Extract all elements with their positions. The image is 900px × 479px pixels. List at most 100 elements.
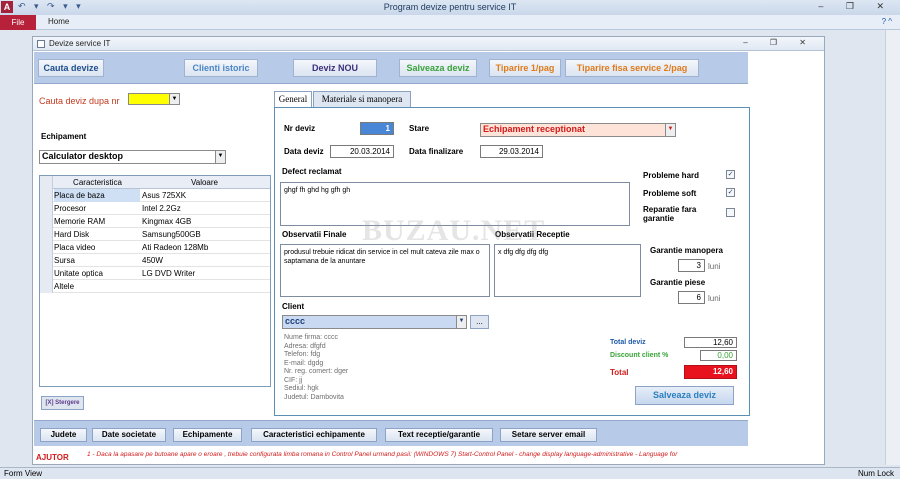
data-deviz-label: Data deviz bbox=[284, 147, 324, 156]
row-valoare[interactable]: 450W bbox=[142, 256, 267, 265]
probleme-hard-checkbox[interactable]: ✓ bbox=[726, 170, 735, 179]
table-row[interactable]: Unitate optica LG DVD Writer bbox=[40, 267, 270, 280]
table-row[interactable]: Sursa 450W bbox=[40, 254, 270, 267]
observatii-receptie-field[interactable]: x dfg dfg dfg dfg bbox=[494, 244, 641, 297]
total-label: Total bbox=[610, 368, 629, 377]
nr-deviz-field[interactable]: 1 bbox=[360, 122, 394, 135]
discount-label: Discount client % bbox=[610, 352, 669, 359]
client-more-button[interactable]: ... bbox=[470, 315, 489, 329]
stare-label: Stare bbox=[409, 124, 430, 133]
stare-combo[interactable]: Echipament receptionat ▼ bbox=[480, 123, 676, 137]
file-tab[interactable]: File bbox=[0, 15, 36, 30]
data-finalizare-field[interactable]: 29.03.2014 bbox=[480, 145, 543, 158]
document-window-controls[interactable]: – ❐ ✕ bbox=[743, 38, 816, 47]
reparatie-fara-garantie-checkbox[interactable] bbox=[726, 208, 735, 217]
luni-label: luni bbox=[708, 294, 721, 303]
tab-general[interactable]: General bbox=[274, 91, 312, 108]
cauta-devize-button[interactable]: Cauta devize bbox=[38, 59, 104, 77]
client-detail-line: CIF: jj bbox=[284, 376, 303, 384]
grid-header-caracteristica[interactable]: Caracteristica bbox=[54, 178, 141, 189]
watermark: BUZAU.NET bbox=[362, 214, 546, 247]
row-caracteristica[interactable]: Sursa bbox=[54, 256, 141, 267]
row-caracteristica[interactable]: Placa video bbox=[54, 243, 141, 254]
garantie-piese-field[interactable]: 6 bbox=[678, 291, 705, 304]
status-view-mode: Form View bbox=[4, 469, 43, 478]
client-detail-line: E-mail: dgdg bbox=[284, 359, 324, 367]
grid-corner bbox=[40, 176, 53, 189]
probleme-hard-label: Probleme hard bbox=[643, 171, 700, 180]
deviz-nou-button[interactable]: Deviz NOU bbox=[293, 59, 377, 77]
table-row[interactable]: Placa de baza Asus 725XK bbox=[40, 189, 270, 202]
grid-header-row: Caracteristica Valoare bbox=[40, 176, 270, 189]
row-caracteristica[interactable]: Memorie RAM bbox=[54, 217, 141, 228]
table-row[interactable]: Memorie RAM Kingmax 4GB bbox=[40, 215, 270, 228]
echipament-value: Calculator desktop bbox=[42, 151, 124, 161]
salveaza-deviz-button[interactable]: Salveaza deviz bbox=[399, 59, 477, 77]
client-value: cccc bbox=[285, 316, 306, 326]
tiparire-fisa-service-button[interactable]: Tiparire fisa service 2/pag bbox=[565, 59, 699, 77]
judete-button[interactable]: Judete bbox=[40, 428, 87, 442]
search-label: Cauta deviz dupa nr bbox=[39, 96, 120, 106]
row-caracteristica[interactable]: Altele bbox=[54, 282, 141, 293]
row-valoare[interactable]: Kingmax 4GB bbox=[142, 217, 267, 226]
garantie-manopera-field[interactable]: 3 bbox=[678, 259, 705, 272]
home-tab[interactable]: Home bbox=[48, 17, 69, 26]
table-row[interactable]: Placa video Ati Radeon 128Mb bbox=[40, 241, 270, 254]
status-num-lock: Num Lock bbox=[857, 469, 894, 478]
data-deviz-field[interactable]: 20.03.2014 bbox=[330, 145, 394, 158]
nr-deviz-label: Nr deviz bbox=[284, 124, 316, 133]
reparatie-label-line1: Reparatie fara bbox=[643, 205, 697, 214]
row-valoare[interactable]: Samsung500GB bbox=[142, 230, 267, 239]
chevron-down-icon[interactable]: ▼ bbox=[215, 151, 225, 163]
chevron-down-icon[interactable]: ▼ bbox=[456, 316, 466, 328]
clienti-istoric-button[interactable]: Clienti istoric bbox=[184, 59, 258, 77]
salveaza-deviz-form-button[interactable]: Salveaza deviz bbox=[635, 386, 734, 405]
tiparire-1-pag-button[interactable]: Tiparire 1/pag bbox=[489, 59, 561, 77]
garantie-manopera-label: Garantie manopera bbox=[650, 246, 723, 255]
table-row[interactable]: Altele bbox=[40, 280, 270, 293]
row-valoare[interactable]: Asus 725XK bbox=[142, 191, 267, 200]
form-footer-toolbar: Judete Date societate Echipamente Caract… bbox=[34, 420, 748, 446]
observatii-finale-field[interactable]: produsul trebuie ridicat din service in … bbox=[280, 244, 490, 297]
echipament-combo[interactable]: Calculator desktop ▼ bbox=[39, 150, 226, 164]
client-detail-line: Telefon: fdg bbox=[284, 351, 321, 358]
client-label: Client bbox=[282, 302, 305, 311]
row-caracteristica[interactable]: Hard Disk bbox=[54, 230, 141, 241]
row-caracteristica[interactable]: Unitate optica bbox=[54, 269, 141, 280]
table-row[interactable]: Hard Disk Samsung500GB bbox=[40, 228, 270, 241]
ajutor-label: AJUTOR bbox=[36, 453, 69, 462]
search-deviz-combo[interactable]: ▼ bbox=[128, 93, 180, 105]
window-title: Program devize pentru service IT bbox=[383, 2, 517, 12]
probleme-soft-checkbox[interactable]: ✓ bbox=[726, 188, 735, 197]
text-receptie-garantie-button[interactable]: Text receptie/garantie bbox=[385, 428, 493, 442]
tab-materiale-si-manopera[interactable]: Materiale si manopera bbox=[313, 91, 411, 107]
client-combo[interactable]: cccc ▼ bbox=[282, 315, 467, 329]
vertical-scrollbar[interactable] bbox=[885, 30, 900, 465]
chevron-down-icon[interactable]: ▼ bbox=[665, 124, 675, 136]
defect-reclamat-label: Defect reclamat bbox=[282, 167, 342, 176]
document-title: Devize service IT bbox=[49, 39, 111, 48]
status-bar: Form View Num Lock bbox=[0, 467, 900, 479]
table-row[interactable]: Procesor Intel 2.2Gz bbox=[40, 202, 270, 215]
ribbon-tabs-bar bbox=[0, 15, 900, 30]
echipamente-button[interactable]: Echipamente bbox=[173, 428, 242, 442]
row-valoare[interactable]: LG DVD Writer bbox=[142, 269, 267, 278]
date-societate-button[interactable]: Date societate bbox=[92, 428, 166, 442]
client-details: Nume firma: cccc Adresa: dfgfd Telefon: … bbox=[284, 334, 348, 402]
row-caracteristica[interactable]: Placa de baza bbox=[54, 191, 141, 202]
discount-field[interactable]: 0,00 bbox=[700, 350, 737, 361]
stergere-button[interactable]: [X] Stergere bbox=[41, 396, 84, 410]
row-caracteristica[interactable]: Procesor bbox=[54, 204, 141, 215]
row-valoare[interactable]: Intel 2.2Gz bbox=[142, 204, 267, 213]
probleme-soft-label: Probleme soft bbox=[643, 189, 697, 198]
setare-server-email-button[interactable]: Setare server email bbox=[500, 428, 597, 442]
help-icon[interactable]: ? ^ bbox=[882, 17, 892, 26]
chevron-down-icon[interactable]: ▼ bbox=[169, 94, 179, 104]
grid-header-valoare[interactable]: Valoare bbox=[142, 178, 267, 187]
window-controls[interactable]: – ❐ ✕ bbox=[818, 1, 894, 12]
client-detail-line: Adresa: dfgfd bbox=[284, 342, 326, 350]
client-detail-line: Judetul: Dambovita bbox=[284, 393, 344, 401]
row-valoare[interactable]: Ati Radeon 128Mb bbox=[142, 243, 267, 252]
caracteristici-echipamente-button[interactable]: Caracteristici echipamente bbox=[251, 428, 377, 442]
total-field: 12,60 bbox=[684, 365, 737, 379]
